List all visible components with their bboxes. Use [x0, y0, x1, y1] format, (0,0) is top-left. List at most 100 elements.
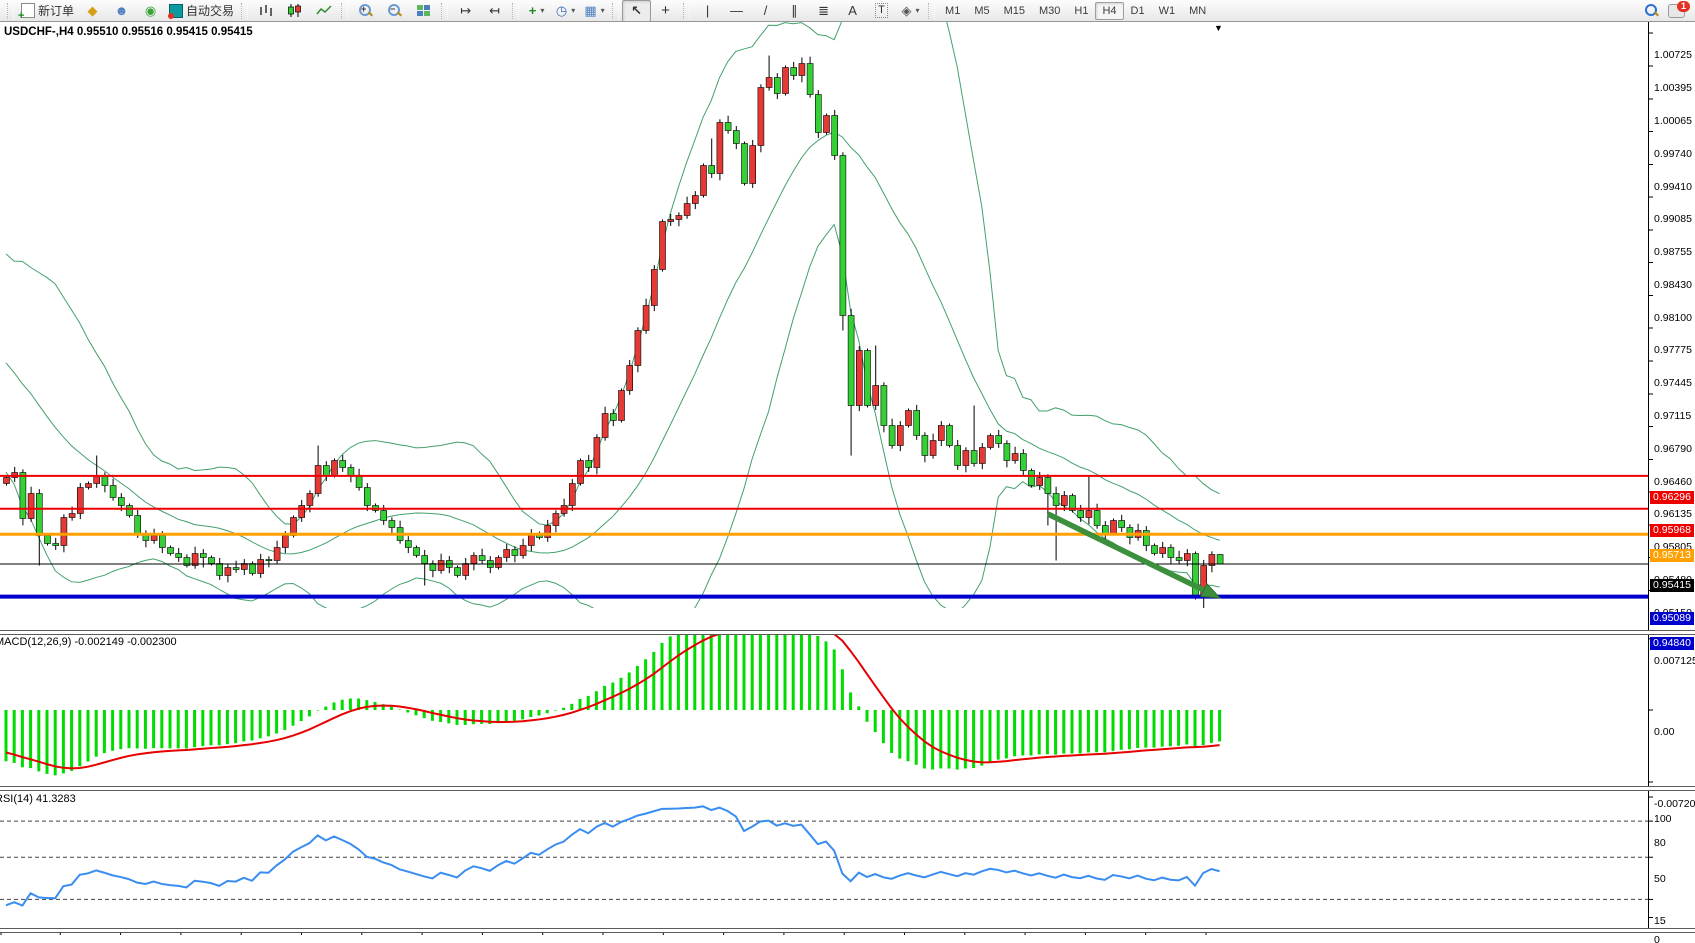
- timeframe-mn[interactable]: MN: [1182, 2, 1213, 20]
- signals-button[interactable]: ◉: [136, 0, 165, 22]
- chart-shift-button[interactable]: ↤: [480, 0, 509, 22]
- price-tag[interactable]: 0.95968: [1650, 524, 1694, 537]
- chart-title: USDCHF-,H4 0.95510 0.95516 0.95415 0.954…: [4, 26, 253, 38]
- toolbar-grip: [341, 3, 348, 19]
- crosshair-button[interactable]: +: [651, 0, 680, 22]
- price-tag[interactable]: 0.95089: [1650, 612, 1694, 625]
- horizontal-line-button[interactable]: —: [722, 0, 751, 22]
- timeframe-m15[interactable]: M15: [997, 2, 1032, 20]
- price-tick: 1.00725: [1654, 49, 1692, 61]
- autotrade-button[interactable]: 自动交易: [165, 0, 238, 22]
- chevron-down-icon: ▾: [916, 6, 920, 15]
- market-watch-button[interactable]: ◆: [78, 0, 107, 22]
- price-tick: 0.96790: [1654, 443, 1692, 455]
- chart-shift-icon: ↤: [489, 4, 500, 17]
- price-tick: 0.97115: [1654, 410, 1691, 422]
- auto-scroll-icon: ↦: [460, 4, 471, 17]
- clock-icon: ◷: [556, 4, 567, 17]
- chevron-down-icon: ▾: [540, 6, 544, 15]
- timeframe-m30[interactable]: M30: [1032, 2, 1067, 20]
- new-order-label: 新订单: [38, 2, 74, 19]
- vertical-line-icon: |: [706, 4, 709, 17]
- cursor-button[interactable]: ↖: [622, 0, 651, 22]
- template-icon: ▦: [584, 4, 596, 17]
- tile-windows-icon: [417, 5, 430, 17]
- price-tick: 1.00065: [1654, 115, 1692, 127]
- tile-windows-button[interactable]: [409, 0, 438, 22]
- bar-chart-button[interactable]: [251, 0, 280, 22]
- price-tick: 0.97775: [1654, 344, 1692, 356]
- line-chart-button[interactable]: [309, 0, 338, 22]
- trendline-button[interactable]: /: [751, 0, 780, 22]
- data-window-button[interactable]: ☻: [107, 0, 136, 22]
- main-toolbar: 新订单 ◆ ☻ ◉ 自动交易 + − ↦ ↤ + ▾ ◷ ▾ ▦ ▾ ↖ + |: [0, 0, 1695, 22]
- templates-button[interactable]: ▦ ▾: [580, 0, 609, 22]
- pane-separator[interactable]: [0, 786, 1695, 791]
- zoom-in-button[interactable]: +: [351, 0, 380, 22]
- autotrade-label: 自动交易: [186, 2, 234, 19]
- macd-axis-label: 0.00: [1654, 726, 1674, 738]
- auto-scroll-button[interactable]: ↦: [451, 0, 480, 22]
- zoom-out-button[interactable]: −: [380, 0, 409, 22]
- candlestick-button[interactable]: [280, 0, 309, 22]
- price-tag[interactable]: 0.95713: [1650, 549, 1694, 562]
- fibonacci-button[interactable]: ≣: [809, 0, 838, 22]
- price-tick: 0.98755: [1654, 246, 1692, 258]
- channel-button[interactable]: ∥: [780, 0, 809, 22]
- price-tick: 0.99740: [1654, 148, 1692, 160]
- zoom-out-icon: −: [388, 4, 401, 17]
- chat-icon[interactable]: 1: [1668, 4, 1685, 18]
- periods-button[interactable]: ◷ ▾: [551, 0, 580, 22]
- current-bar-marker: ▼: [1214, 24, 1223, 33]
- price-tag[interactable]: 0.94840: [1650, 637, 1694, 650]
- vertical-line-button[interactable]: |: [693, 0, 722, 22]
- rsi-axis-label: 100: [1654, 813, 1672, 825]
- rsi-axis-label: 0: [1654, 934, 1660, 943]
- toolbar-grip: [441, 3, 448, 19]
- price-tick: 0.97445: [1654, 377, 1692, 389]
- timeframe-h4[interactable]: H4: [1095, 2, 1123, 20]
- horizontal-line-icon: —: [730, 4, 743, 17]
- cursor-icon: ↖: [631, 4, 642, 17]
- chart-canvas[interactable]: [0, 22, 1695, 943]
- price-tick: 0.99410: [1654, 181, 1692, 193]
- chart-window[interactable]: USDCHF-,H4 0.95510 0.95516 0.95415 0.954…: [0, 22, 1695, 943]
- data-window-icon: ☻: [115, 4, 129, 17]
- crosshair-icon: +: [661, 4, 670, 17]
- label-button[interactable]: T: [867, 0, 896, 22]
- price-tag[interactable]: 0.96296: [1650, 491, 1694, 504]
- timeframe-h1[interactable]: H1: [1067, 2, 1095, 20]
- price-tick: 0.96460: [1654, 476, 1692, 488]
- indicators-button[interactable]: + ▾: [522, 0, 551, 22]
- price-tag[interactable]: 0.95415: [1650, 579, 1694, 592]
- new-order-button[interactable]: 新订单: [17, 0, 78, 22]
- rsi-label: RSI(14) 41.3283: [0, 793, 76, 805]
- toolbar-grip: [512, 3, 519, 19]
- label-icon: T: [875, 3, 888, 18]
- timeframe-d1[interactable]: D1: [1124, 2, 1152, 20]
- price-tick: 0.98430: [1654, 279, 1692, 291]
- trendline-icon: /: [764, 4, 768, 17]
- price-tick: 0.99085: [1654, 213, 1692, 225]
- macd-axis-label: -0.007201: [1654, 798, 1695, 810]
- rsi-axis-label: 80: [1654, 837, 1666, 849]
- toolbar-grip: [683, 3, 690, 19]
- price-tick: 0.98100: [1654, 312, 1692, 324]
- rsi-axis-label: 50: [1654, 873, 1666, 885]
- toolbar-grip: [241, 3, 248, 19]
- timeframe-m5[interactable]: M5: [967, 2, 996, 20]
- pane-separator[interactable]: [0, 630, 1695, 635]
- rsi-axis-label: 15: [1654, 915, 1666, 927]
- search-icon[interactable]: [1645, 4, 1658, 17]
- timeframe-w1[interactable]: W1: [1152, 2, 1183, 20]
- timeframe-group: M1M5M15M30H1H4D1W1MN: [938, 2, 1213, 20]
- toolbar-grip: [928, 3, 935, 19]
- price-tick: 1.00395: [1654, 82, 1692, 94]
- indicators-icon: +: [529, 4, 537, 17]
- arrows-button[interactable]: ◈ ▾: [896, 0, 925, 22]
- autotrade-icon: [169, 4, 183, 18]
- timeframe-m1[interactable]: M1: [938, 2, 967, 20]
- text-button[interactable]: A: [838, 0, 867, 22]
- channel-icon: ∥: [791, 4, 798, 17]
- notification-badge: 1: [1677, 1, 1690, 12]
